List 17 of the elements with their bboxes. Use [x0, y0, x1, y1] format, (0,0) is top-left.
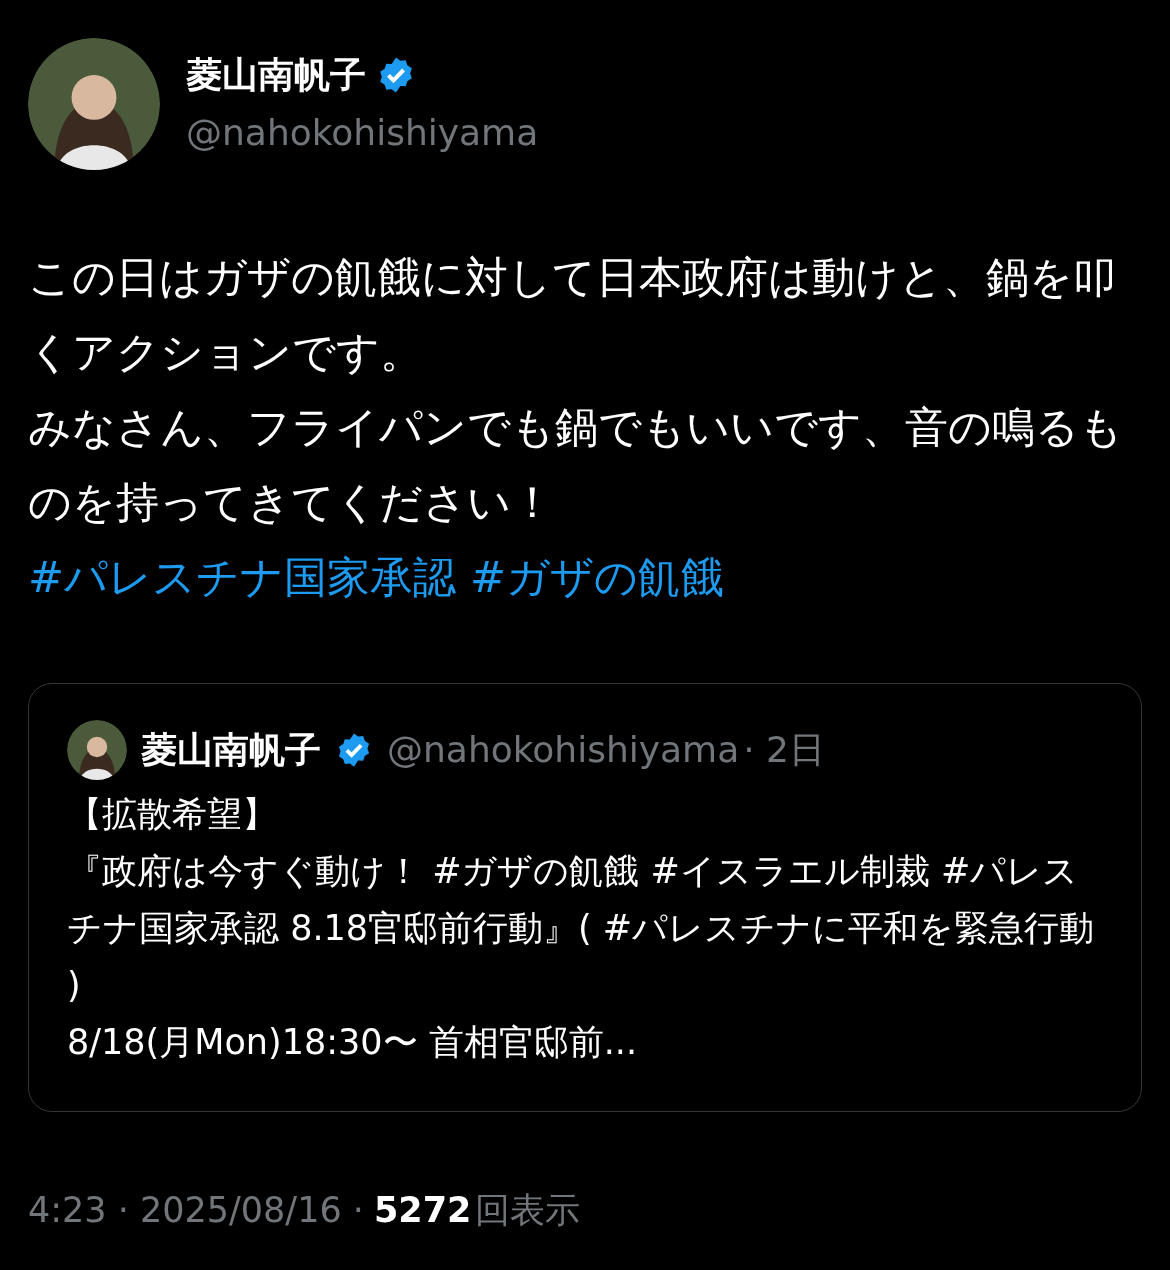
tweet-text: みなさん、フライパンでも鍋でもいいです、音の鳴るものを持ってきてください！: [28, 401, 1124, 529]
author-handle[interactable]: @nahokohishiyama: [186, 106, 539, 160]
avatar: [67, 720, 127, 780]
tweet-text: この日はガザの飢餓に対して日本政府は動けと、鍋を叩くアクションです。: [28, 251, 1117, 379]
author-name[interactable]: 菱山南帆子: [186, 48, 366, 102]
quoted-tweet-card[interactable]: 菱山南帆子 @nahokohishiyama· 2日 【拡散希望】 『政府は今すぐ動け！ #ガザの飢餓 #イスラエル制裁 #パレスチナ国家承認 8.18官邸前行動』( #パレスチナに平和を緊急行動 ) 8/18(月Mon)18:30〜 首相官邸前...: [28, 683, 1142, 1112]
quoted-author-handle: @nahokohishiyama: [387, 728, 740, 772]
quoted-time: · 2日: [743, 728, 825, 772]
quoted-text: 『政府は今すぐ動け！ #ガザの飢餓 #イスラエル制裁 #パレスチナ国家承認 8.18官邸前行動』( #パレスチナに平和を緊急行動 ): [67, 850, 1096, 1007]
hashtag-link[interactable]: #パレスチナ国家承認: [28, 540, 457, 615]
views-label: 回表示: [475, 1189, 581, 1232]
quoted-text: 【拡散希望】: [67, 793, 278, 836]
quoted-author-name: 菱山南帆子: [141, 728, 321, 772]
view-count: 5272: [373, 1189, 472, 1232]
timestamp: 4:23 · 2025/08/16 ·: [28, 1189, 364, 1232]
hashtag-link[interactable]: #ガザの飢餓: [470, 540, 725, 615]
quoted-text: 8/18(月Mon)18:30〜 首相官邸前...: [67, 1021, 639, 1064]
